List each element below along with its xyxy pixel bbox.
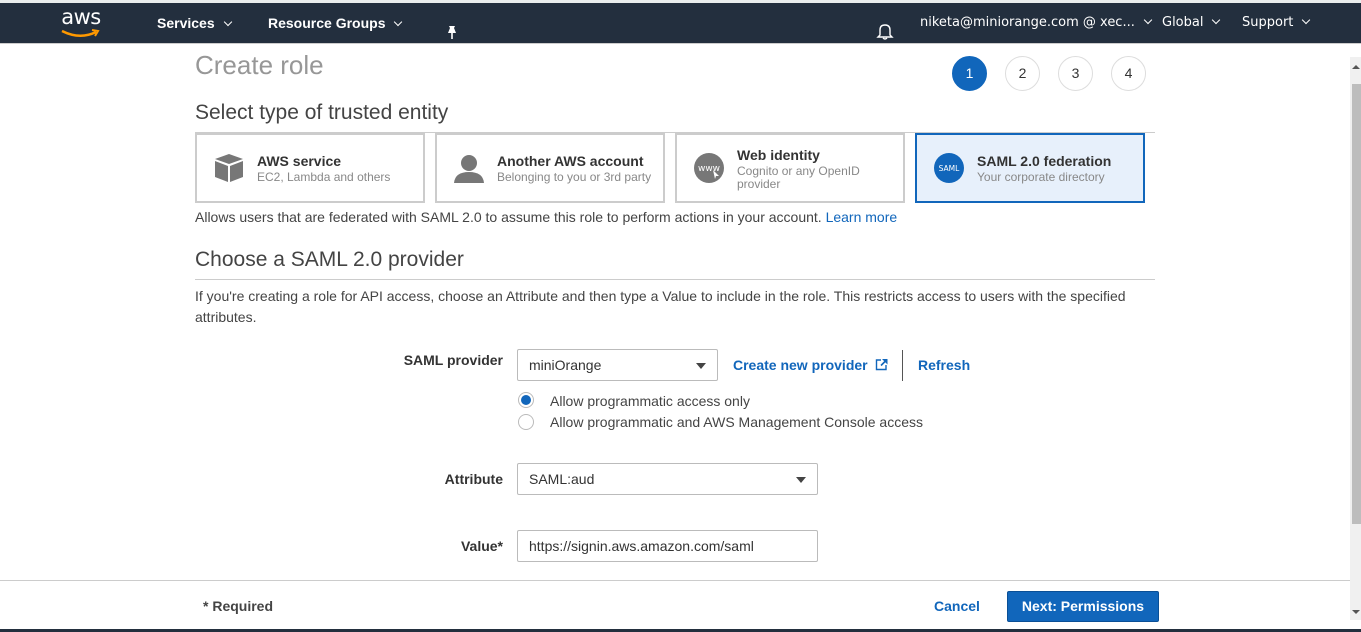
scroll-up-arrow-icon[interactable] [1352, 65, 1360, 69]
page-title: Create role [195, 50, 324, 80]
next-permissions-button[interactable]: Next: Permissions [1007, 591, 1159, 622]
step-1[interactable]: 1 [952, 56, 987, 91]
saml-provider-label: SAML provider [403, 352, 503, 368]
aws-logo[interactable]: aws [58, 7, 104, 41]
card-title: Another AWS account [497, 153, 644, 169]
trusted-entity-cards: AWS service EC2, Lambda and others Anoth… [195, 132, 1155, 203]
www-icon: www [694, 153, 724, 183]
services-menu[interactable]: Services [157, 3, 232, 44]
create-new-provider-label: Create new provider [733, 357, 868, 373]
services-label: Services [157, 15, 215, 31]
scrollbar-thumb[interactable] [1352, 84, 1361, 524]
chevron-down-icon [1212, 15, 1221, 25]
card-another-aws-account[interactable]: Another AWS account Belonging to you or … [435, 133, 665, 203]
dropdown-arrow-icon [696, 363, 706, 369]
saml-provider-value: miniOrange [529, 357, 602, 373]
attribute-select[interactable]: SAML:aud [517, 463, 818, 495]
main-content: Create role 1 2 3 4 Select type of trust… [0, 44, 1350, 580]
provider-heading: Choose a SAML 2.0 provider [195, 248, 464, 271]
region-label: Global [1162, 15, 1204, 30]
support-menu[interactable]: Support [1242, 3, 1311, 44]
dropdown-arrow-icon [796, 477, 806, 483]
radio-programmatic-and-console[interactable] [518, 414, 534, 430]
step-2[interactable]: 2 [1005, 56, 1040, 91]
card-web-identity[interactable]: www Web identity Cognito or any OpenID p… [675, 133, 905, 203]
resource-groups-menu[interactable]: Resource Groups [268, 3, 403, 44]
card-title: Web identity [737, 147, 820, 163]
external-link-icon [875, 358, 888, 371]
aws-smile-icon [61, 29, 100, 37]
radio-programmatic-only-label[interactable]: Allow programmatic access only [550, 393, 750, 409]
notifications-button[interactable] [876, 15, 894, 40]
card-saml-federation[interactable]: SAML SAML 2.0 federation Your corporate … [915, 133, 1145, 203]
saml-provider-select[interactable]: miniOrange [517, 349, 718, 381]
wizard-footer: * Required Cancel Next: Permissions [0, 580, 1350, 629]
radio-programmatic-only[interactable] [518, 392, 534, 408]
card-title: AWS service [257, 153, 342, 169]
create-new-provider-link[interactable]: Create new provider [733, 357, 889, 373]
refresh-link[interactable]: Refresh [918, 357, 970, 373]
step-4[interactable]: 4 [1111, 56, 1146, 91]
card-title: SAML 2.0 federation [977, 153, 1112, 169]
svg-text:www: www [698, 164, 720, 174]
top-navigation-bar: aws Services Resource Groups niketa@mini… [0, 0, 1361, 44]
pin-icon [448, 26, 456, 39]
chevron-down-icon [1143, 15, 1153, 25]
cancel-button[interactable]: Cancel [934, 598, 980, 614]
chevron-down-icon [223, 17, 232, 27]
account-label: niketa@miniorange.com @ xec... [920, 15, 1135, 30]
radio-programmatic-and-console-label[interactable]: Allow programmatic and AWS Management Co… [550, 414, 923, 430]
region-menu[interactable]: Global [1162, 3, 1221, 44]
saml-icon: SAML [934, 153, 964, 183]
svg-text:SAML: SAML [939, 164, 961, 173]
card-aws-service[interactable]: AWS service EC2, Lambda and others [195, 133, 425, 203]
card-subtitle: EC2, Lambda and others [257, 170, 391, 184]
chevron-down-icon [394, 17, 403, 27]
link-separator [902, 350, 903, 381]
card-subtitle: Your corporate directory [977, 170, 1105, 184]
learn-more-link[interactable]: Learn more [826, 209, 898, 225]
provider-description: If you're creating a role for API access… [195, 288, 1126, 325]
resource-groups-label: Resource Groups [268, 15, 386, 31]
trusted-entity-heading: Select type of trusted entity [195, 101, 449, 124]
pin-button[interactable] [445, 16, 459, 39]
required-note: * Required [203, 598, 274, 614]
vertical-scrollbar[interactable] [1350, 57, 1361, 620]
value-input[interactable]: https://signin.aws.amazon.com/saml [517, 530, 818, 562]
scroll-down-arrow-icon[interactable] [1352, 610, 1360, 614]
bell-icon [876, 24, 894, 40]
step-3[interactable]: 3 [1058, 56, 1093, 91]
entity-description: Allows users that are federated with SAM… [195, 209, 897, 225]
value-label: Value* [460, 538, 503, 554]
divider [195, 279, 1155, 280]
chevron-down-icon [1302, 15, 1311, 25]
card-subtitle: Belonging to you or 3rd party [497, 170, 652, 184]
aws-logo-text: aws [61, 5, 101, 29]
cube-icon [215, 154, 243, 182]
card-subtitle: Cognito or any OpenID provider [737, 164, 860, 191]
attribute-label: Attribute [444, 471, 503, 487]
support-label: Support [1242, 15, 1294, 30]
attribute-value: SAML:aud [529, 471, 595, 487]
user-icon [454, 155, 484, 183]
description-text: Allows users that are federated with SAM… [195, 209, 826, 225]
account-menu[interactable]: niketa@miniorange.com @ xec... [920, 3, 1153, 44]
